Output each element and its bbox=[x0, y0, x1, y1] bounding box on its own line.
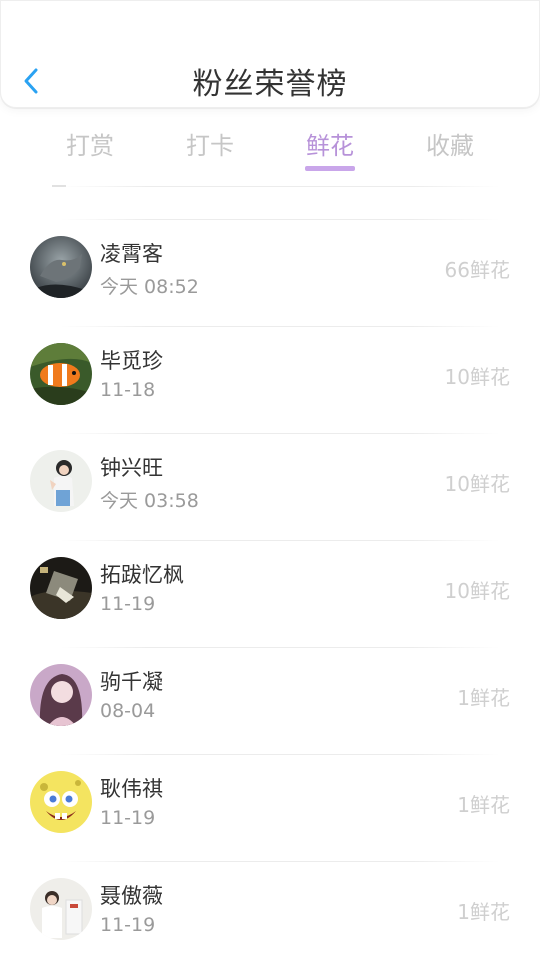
fan-date: 11-19 bbox=[100, 914, 156, 936]
fan-date: 11-19 bbox=[100, 807, 156, 829]
list-item[interactable]: 拓跋忆枫 11-19 10鲜花 bbox=[0, 541, 540, 647]
fan-name: 拓跋忆枫 bbox=[100, 563, 184, 587]
list-item[interactable]: 驹千凝 08-04 1鲜花 bbox=[0, 648, 540, 754]
avatar bbox=[30, 664, 92, 726]
flower-count: 1鲜花 bbox=[457, 900, 510, 924]
flower-count: 66鲜花 bbox=[444, 258, 510, 282]
fan-date: 今天 08:52 bbox=[100, 276, 199, 298]
scroll-peek-divider bbox=[52, 178, 70, 187]
avatar bbox=[30, 878, 92, 940]
fan-name: 凌霄客 bbox=[100, 242, 163, 266]
avatar bbox=[30, 771, 92, 833]
list-item[interactable]: 毕觅珍 11-18 10鲜花 bbox=[0, 327, 540, 433]
flower-count: 10鲜花 bbox=[444, 579, 510, 603]
tab-bar: 打赏 打卡 鲜花 收藏 bbox=[0, 118, 540, 178]
avatar bbox=[30, 343, 92, 405]
fan-date: 11-18 bbox=[100, 379, 156, 401]
fan-list: 凌霄客 今天 08:52 66鲜花 毕觅珍 11-18 10鲜花 钟兴旺 今天 … bbox=[0, 186, 540, 968]
avatar bbox=[30, 236, 92, 298]
fan-date: 11-19 bbox=[100, 593, 156, 615]
flower-count: 1鲜花 bbox=[457, 793, 510, 817]
active-tab-indicator bbox=[305, 166, 355, 171]
fan-name: 耿伟祺 bbox=[100, 777, 163, 801]
fan-name: 钟兴旺 bbox=[100, 456, 163, 480]
tab-favorites[interactable]: 收藏 bbox=[390, 126, 510, 161]
tab-checkin[interactable]: 打卡 bbox=[150, 126, 270, 161]
fan-date: 08-04 bbox=[100, 700, 156, 722]
flower-count: 10鲜花 bbox=[444, 365, 510, 389]
fan-date: 今天 03:58 bbox=[100, 490, 199, 512]
list-item[interactable]: 钟兴旺 今天 03:58 10鲜花 bbox=[0, 434, 540, 540]
list-item[interactable]: 耿伟祺 11-19 1鲜花 bbox=[0, 755, 540, 861]
flower-count: 1鲜花 bbox=[457, 686, 510, 710]
fan-name: 毕觅珍 bbox=[100, 349, 163, 373]
tab-tips[interactable]: 打赏 bbox=[30, 126, 150, 161]
avatar bbox=[30, 450, 92, 512]
avatar bbox=[30, 557, 92, 619]
fan-name: 驹千凝 bbox=[100, 670, 163, 694]
list-item[interactable]: 凌霄客 今天 08:52 66鲜花 bbox=[0, 220, 540, 326]
fan-name: 聂傲薇 bbox=[100, 884, 163, 908]
page-title: 粉丝荣誉榜 bbox=[192, 67, 348, 102]
list-item[interactable]: 聂傲薇 11-19 1鲜花 bbox=[0, 862, 540, 968]
flower-count: 10鲜花 bbox=[444, 472, 510, 496]
tab-flowers[interactable]: 鲜花 bbox=[270, 126, 390, 161]
top-bar: 粉丝荣誉榜 bbox=[0, 0, 540, 108]
